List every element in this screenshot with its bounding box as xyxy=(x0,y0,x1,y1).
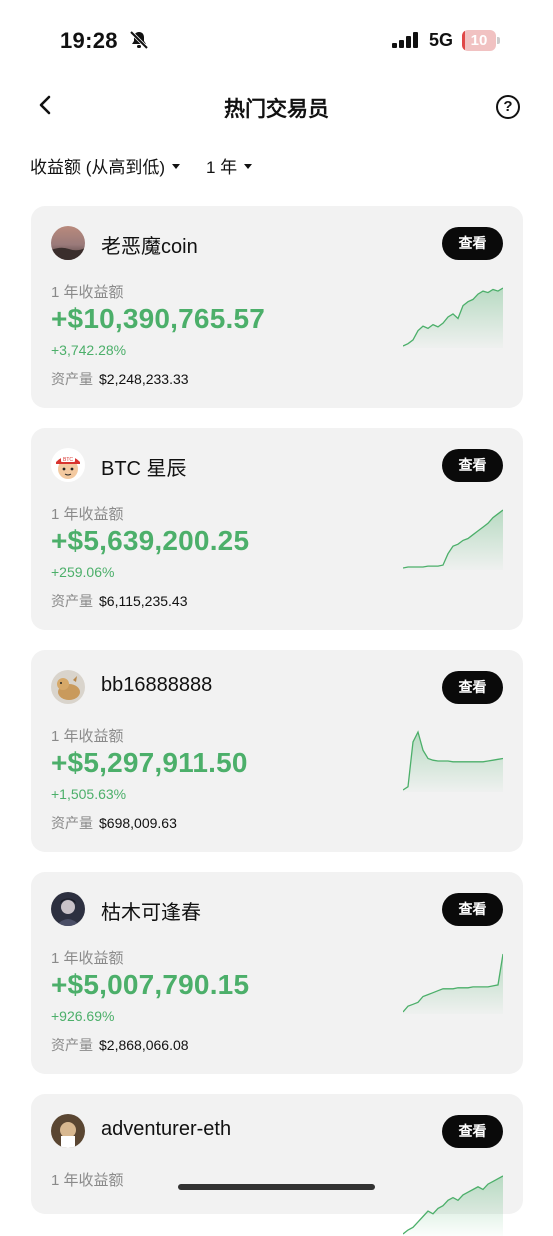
profit-period-label: 1 年收益额 xyxy=(51,506,124,523)
home-indicator[interactable] xyxy=(178,1184,375,1190)
profit-period-label: 1 年收益额 xyxy=(51,284,124,301)
profit-sparkline xyxy=(403,509,503,570)
sparkline-area xyxy=(403,510,503,570)
profit-amount: +$5,297,911.50 xyxy=(51,747,248,778)
profit-sparkline xyxy=(403,953,503,1014)
profit-percent: +926.69% xyxy=(51,1008,115,1024)
assets-row: 资产量 $2,248,233.33 xyxy=(51,369,189,389)
assets-value: $2,248,233.33 xyxy=(99,371,189,387)
profit-percent: +3,742.28% xyxy=(51,342,127,358)
clock: 19:28 xyxy=(60,28,118,53)
profit-sparkline xyxy=(403,730,503,792)
avatar xyxy=(51,670,85,704)
profit-sparkline xyxy=(403,1175,503,1236)
assets-label: 资产量 xyxy=(51,815,93,831)
assets-row: 资产量 $2,868,066.08 xyxy=(51,1035,189,1055)
profit-percent: +259.06% xyxy=(51,564,115,580)
trader-card[interactable]: 老恶魔coin 查看 1 年收益额 +$10,390,765.57 +3,742… xyxy=(31,206,523,408)
trader-name: bb16888888 xyxy=(101,674,213,696)
profit-percent: +1,505.63% xyxy=(51,786,127,802)
view-button[interactable]: 查看 xyxy=(442,1115,503,1148)
sort-dropdown[interactable]: 收益额 (从高到低) xyxy=(30,153,181,178)
bell-muted-icon xyxy=(129,30,149,50)
assets-row: 资产量 $6,115,235.43 xyxy=(51,591,188,611)
profit-amount: +$5,639,200.25 xyxy=(51,525,250,556)
battery-icon: 10 xyxy=(462,30,500,51)
trader-card[interactable]: BTC BTC 星辰 查看 1 年收益额 +$5,639,200.25 +259… xyxy=(31,428,523,630)
nav-bar: 热门交易员 ? xyxy=(0,80,553,132)
page-title: 热门交易员 xyxy=(224,98,329,121)
trader-name: 老恶魔coin xyxy=(101,236,198,258)
profit-period-label: 1 年收益额 xyxy=(51,728,124,745)
avatar xyxy=(51,226,85,260)
sparkline-area xyxy=(403,954,503,1014)
caret-down-icon xyxy=(244,164,253,170)
assets-value: $6,115,235.43 xyxy=(99,593,188,609)
view-button[interactable]: 查看 xyxy=(442,449,503,482)
profit-amount: +$5,007,790.15 xyxy=(51,969,250,1000)
avatar xyxy=(51,1114,85,1148)
trader-card[interactable]: adventurer-eth 查看 1 年收益额 xyxy=(31,1094,523,1236)
trader-name: 枯木可逢春 xyxy=(101,902,201,924)
trader-card[interactable]: 枯木可逢春 查看 1 年收益额 +$5,007,790.15 +926.69% … xyxy=(31,872,523,1074)
trader-card[interactable]: bb16888888 查看 1 年收益额 +$5,297,911.50 +1,5… xyxy=(31,650,523,852)
caret-down-icon xyxy=(172,164,181,170)
status-bar: 19:28 5G 10 xyxy=(0,0,553,80)
view-button[interactable]: 查看 xyxy=(442,671,503,704)
assets-row: 资产量 $698,009.63 xyxy=(51,813,177,833)
question-circle-icon[interactable]: ? xyxy=(496,95,520,119)
assets-label: 资产量 xyxy=(51,1037,93,1053)
profit-period-label: 1 年收益额 xyxy=(51,950,124,967)
view-button[interactable]: 查看 xyxy=(442,893,503,926)
battery-level: 10 xyxy=(470,32,488,49)
profit-period-label: 1 年收益额 xyxy=(51,1172,124,1189)
avatar: BTC xyxy=(51,448,85,482)
view-button[interactable]: 查看 xyxy=(442,227,503,260)
avatar xyxy=(51,892,85,926)
assets-label: 资产量 xyxy=(51,593,93,609)
period-label: 1 年 xyxy=(206,158,238,177)
trader-name: adventurer-eth xyxy=(101,1118,232,1140)
network-type: 5G xyxy=(429,30,454,50)
trader-name: BTC 星辰 xyxy=(101,458,187,480)
profit-sparkline xyxy=(403,287,503,348)
svg-text:BTC: BTC xyxy=(63,457,73,463)
assets-label: 资产量 xyxy=(51,371,93,387)
sort-label: 收益额 (从高到低) xyxy=(30,158,166,177)
assets-value: $698,009.63 xyxy=(99,815,177,831)
profit-amount: +$10,390,765.57 xyxy=(51,303,265,334)
period-dropdown[interactable]: 1 年 xyxy=(206,153,253,178)
signal-icon xyxy=(392,32,418,48)
assets-value: $2,868,066.08 xyxy=(99,1037,189,1053)
sparkline-area xyxy=(403,288,503,348)
